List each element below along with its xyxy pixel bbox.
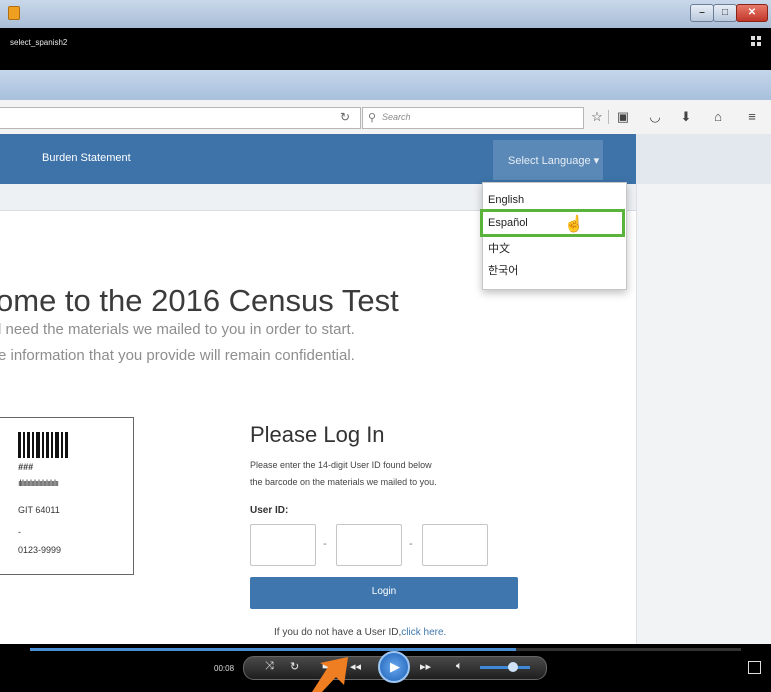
userid-field-2[interactable] (336, 524, 402, 566)
seek-bar-progress[interactable] (30, 648, 516, 651)
no-userid-text: If you do not have a User ID,click here. (274, 627, 446, 638)
maximize-icon: □ (721, 7, 729, 18)
maximize-button[interactable]: □ (713, 4, 737, 22)
window-titlebar (0, 0, 771, 29)
video-title: select_spanish2 (10, 38, 68, 47)
menu-icon[interactable]: ≡ (743, 108, 761, 126)
right-sidebar (636, 184, 771, 644)
select-language-label: Select Language ▾ (508, 155, 600, 167)
playback-time: 00:08 (214, 664, 235, 673)
home-icon[interactable]: ⌂ (709, 108, 727, 126)
page-title: ome to the 2016 Census Test (0, 283, 399, 318)
intro-line-2: e information that you provide will rema… (0, 347, 355, 364)
language-option-chinese[interactable]: 中文 (488, 240, 510, 256)
click-here-link[interactable]: click here. (401, 627, 446, 638)
pocket-icon[interactable]: ◡ (646, 108, 664, 126)
selection-highlight (480, 209, 625, 237)
shuffle-icon[interactable]: ⤨ (265, 660, 274, 673)
language-option-english[interactable]: English (488, 194, 524, 206)
volume-slider[interactable] (480, 666, 530, 669)
login-title: Please Log In (250, 422, 385, 447)
postal-barcode-icon: ılılıılıılıılıılıılıılıılıılıı (18, 478, 59, 488)
userid-field-3[interactable] (422, 524, 488, 566)
userid-label: User ID: (250, 505, 289, 516)
play-icon: ▶ (390, 659, 400, 674)
app-icon (8, 6, 20, 20)
hand-cursor-icon: ☝ (564, 216, 584, 233)
clipboard-icon[interactable]: ▣ (614, 108, 632, 126)
login-button[interactable]: Login (250, 577, 518, 609)
login-description-2: the barcode on the materials we mailed t… (250, 477, 437, 487)
toolbar-divider (608, 110, 609, 124)
intro-line-1: l need the materials we mailed to you in… (0, 321, 355, 338)
volume-knob[interactable] (508, 662, 518, 672)
reload-icon[interactable]: ↻ (336, 107, 354, 127)
repeat-icon[interactable]: ↻ (290, 660, 299, 673)
annotation-arrow-icon (312, 657, 348, 692)
userid-field-1[interactable] (250, 524, 316, 566)
login-button-label: Login (371, 586, 397, 597)
userid-dash-2: - (409, 538, 413, 550)
volume-icon[interactable]: 🔈︎ (456, 660, 463, 673)
card-line-4: 0123-9999 (18, 545, 62, 555)
site-navbar-side (636, 134, 771, 184)
no-userid-label: If you do not have a User ID, (274, 627, 402, 638)
language-option-korean[interactable]: 한국어 (488, 262, 518, 278)
minimize-icon: – (699, 7, 705, 18)
browser-tabstrip (0, 70, 771, 100)
star-icon[interactable]: ☆ (588, 108, 606, 126)
login-description-1: Please enter the 14-digit User ID found … (250, 460, 432, 470)
card-line-3: - (18, 527, 21, 537)
userid-dash-1: - (323, 538, 327, 550)
play-button[interactable]: ▶ (378, 651, 410, 683)
seek-bar-remaining[interactable] (516, 648, 741, 651)
video-title-bar (0, 28, 771, 70)
next-icon[interactable]: ▸▸ (420, 660, 431, 673)
grid-icon[interactable] (751, 36, 763, 48)
card-code: ### (18, 462, 34, 472)
burden-statement-link[interactable]: Burden Statement (42, 152, 131, 164)
url-bar[interactable] (0, 107, 361, 129)
fullscreen-icon[interactable] (748, 661, 761, 674)
barcode-icon (18, 432, 70, 458)
download-icon[interactable]: ⬇ (677, 108, 695, 126)
search-icon: ⚲ (368, 112, 377, 124)
card-line-2: GIT 64011 (18, 505, 60, 515)
minimize-button[interactable]: – (690, 4, 714, 22)
search-placeholder: Search (382, 112, 411, 122)
close-icon: ✕ (747, 7, 757, 18)
close-button[interactable]: ✕ (736, 4, 768, 22)
